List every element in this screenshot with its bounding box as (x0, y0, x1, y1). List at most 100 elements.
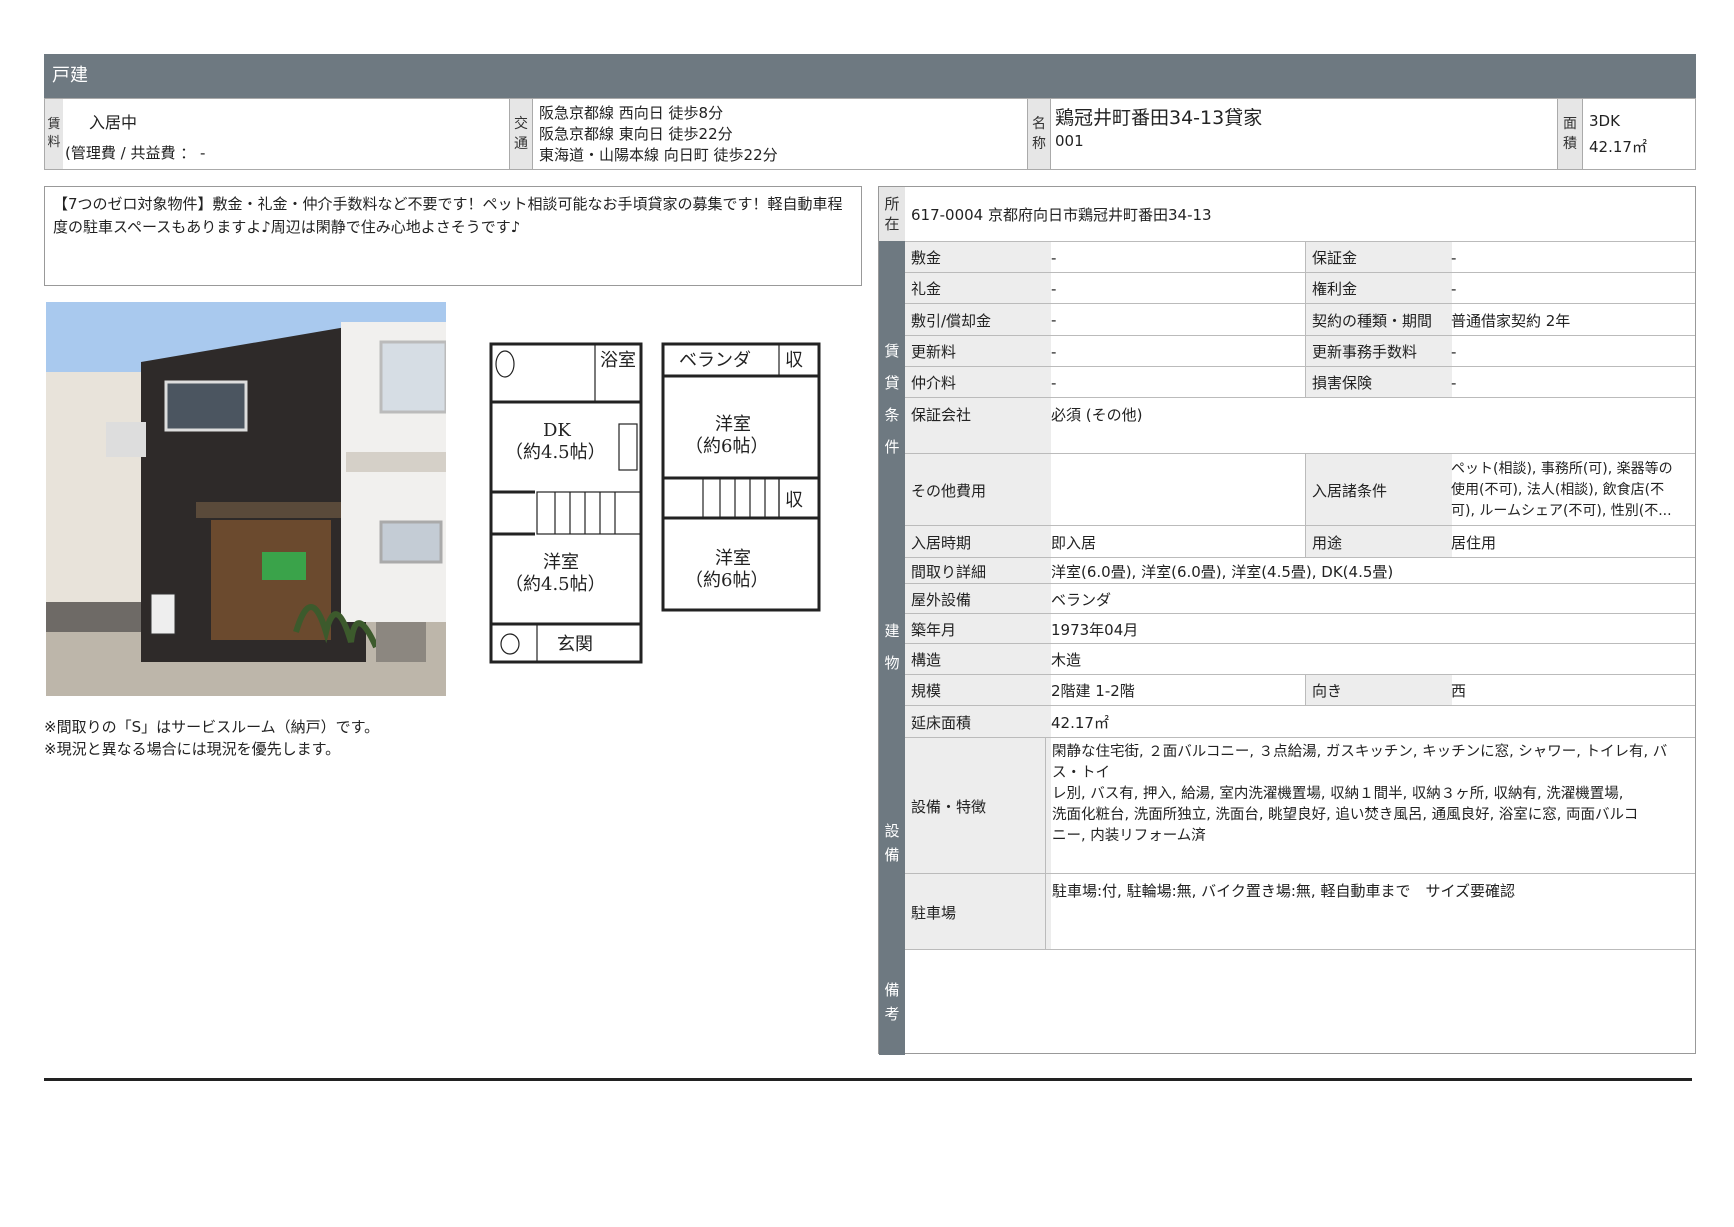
other-fees-label: その他費用 (905, 454, 1051, 526)
lease-row: 礼金 - 権利金 - (905, 272, 1695, 304)
scale-label: 規模 (905, 675, 1051, 706)
brokerage-value: - (1051, 373, 1057, 392)
lease-row: 保証会社 必須 (その他) (905, 397, 1695, 454)
transit-line: 阪急京都線 西向日 徒歩8分 (539, 104, 724, 122)
renewal-fee-value: - (1451, 342, 1457, 361)
outdoor-label: 屋外設備 (905, 584, 1051, 614)
area-label: 面積 (1558, 99, 1582, 169)
description-box: 【7つのゼロ対象物件】敷金・礼金・仲介手数料など不要です！ペット相談可能なお手頃… (44, 186, 862, 286)
property-type: 戸建 (52, 65, 88, 86)
floor-area-value: 42.17㎡ (1051, 713, 1109, 732)
structure-value: 木造 (1051, 651, 1082, 669)
section-equipment: 設備 (879, 737, 905, 949)
contract-value: 普通借家契約 2年 (1451, 311, 1571, 330)
building-row: 屋外設備 ベランダ (905, 583, 1695, 614)
floor-plan-text: 浴室 (600, 350, 636, 371)
usage-value: 居住用 (1451, 533, 1497, 552)
premium-label: 権利金 (1305, 273, 1452, 304)
floor-plan-bath-label: 浴室 (600, 350, 636, 371)
lease-row: 更新料 - 更新事務手数料 - (905, 335, 1695, 367)
deposit-value: - (1051, 248, 1057, 267)
lease-row: 仲介料 - 損害保険 - (905, 366, 1695, 398)
guarantor-value: 必須 (その他) (1051, 406, 1143, 424)
move-in-value: 即入居 (1051, 533, 1097, 552)
equipment-row: 駐車場 駐車場:付, 駐輪場:無, バイク置き場:無, 軽自動車まで サイズ要確… (905, 873, 1695, 950)
features-label: 設備・特徴 (905, 738, 1051, 874)
floor-area-label: 延床面積 (905, 706, 1051, 738)
details-table: 所在 617-0004 京都府向日市鶏冠井町番田34-13 賃貸条件 建物 設備… (878, 186, 1696, 1056)
renewal-label: 更新料 (905, 336, 1051, 367)
conditions-label: 入居諸条件 (1305, 454, 1452, 526)
summary-row: 賃料 入居中 (管理費 / 共益費 ： - 交通 阪急京都線 西向日 徒歩8分 … (44, 98, 1696, 170)
floor-plan-2f: ベランダ 収 収 洋室 （約6帖） 洋室 （約6帖） (661, 342, 821, 612)
guarantee-value: - (1451, 248, 1457, 267)
usage-label: 用途 (1305, 526, 1452, 558)
room-label: 洋室 (543, 552, 579, 573)
room-size: （約4.5帖） (505, 574, 606, 595)
built-date-value: 1973年04月 (1051, 620, 1139, 639)
section-lease: 賃貸条件 (879, 241, 905, 557)
note-line: ※現況と異なる場合には現況を優先します。 (44, 740, 341, 758)
name-label: 名称 (1028, 99, 1050, 169)
remarks-row (905, 949, 1695, 1056)
lease-row: 敷金 - 保証金 - (905, 241, 1695, 273)
floor-plan-1f: 浴室 DK （約4.5帖） 洋室 （約4.5帖） 玄関 (489, 342, 643, 664)
dk-size: （約4.5帖） (505, 442, 606, 463)
lease-row: 入居時期 即入居 用途 居住用 (905, 525, 1695, 558)
room-size: （約6帖） (685, 570, 768, 591)
deduction-label: 敷引/償却金 (905, 304, 1051, 336)
conditions-value: ペット(相談), 事務所(可), 楽器等の 使用(不可), 法人(相談), 飲食店… (1451, 460, 1673, 519)
insurance-value: - (1451, 373, 1457, 392)
premium-value: - (1451, 279, 1457, 298)
address-label: 所在 (879, 187, 905, 241)
room-size: （約6帖） (685, 436, 768, 457)
building-row: 構造 木造 (905, 643, 1695, 675)
deduction-value: - (1051, 311, 1057, 329)
parking-value: 駐車場:付, 駐輪場:無, バイク置き場:無, 軽自動車まで サイズ要確認 (1045, 874, 1695, 950)
section-remarks: 備考 (879, 949, 905, 1055)
note-line: ※間取りの「S」はサービスルーム（納戸）です。 (44, 718, 380, 736)
rent-value: 入居中 (89, 113, 138, 132)
renewal-value: - (1051, 342, 1057, 361)
description-text: 【7つのゼロ対象物件】敷金・礼金・仲介手数料など不要です！ペット相談可能なお手頃… (53, 195, 843, 236)
bottom-divider (44, 1078, 1692, 1081)
storage-label: 収 (785, 490, 803, 511)
outdoor-value: ベランダ (1051, 590, 1112, 609)
room-label: 洋室 (715, 548, 751, 569)
rent-label: 賃料 (45, 99, 63, 169)
move-in-label: 入居時期 (905, 526, 1051, 558)
building-row: 延床面積 42.17㎡ (905, 705, 1695, 738)
property-code: 001 (1055, 132, 1084, 150)
lease-row: 敷引/償却金 - 契約の種類・期間 普通借家契約 2年 (905, 303, 1695, 336)
property-photo (46, 302, 446, 696)
equipment-row: 設備・特徴 閑静な住宅街, ２面バルコニー, ３点給湯, ガスキッチン, キッチ… (905, 737, 1695, 874)
storage-label: 収 (785, 350, 803, 371)
other-fees-value (1045, 454, 1311, 526)
entrance-label: 玄関 (557, 634, 593, 655)
property-name: 鶏冠井町番田34-13貸家 (1055, 107, 1263, 129)
management-fee: (管理費 / 共益費 ： - (65, 144, 206, 162)
built-date-label: 築年月 (905, 614, 1051, 644)
room-label: 洋室 (715, 414, 751, 435)
contract-label: 契約の種類・期間 (1305, 304, 1452, 336)
veranda-label: ベランダ (679, 350, 751, 371)
direction-label: 向き (1305, 675, 1452, 706)
transit-line: 阪急京都線 東向日 徒歩22分 (539, 125, 733, 143)
transit-line: 東海道・山陽本線 向日町 徒歩22分 (539, 146, 778, 164)
guarantee-label: 保証金 (1305, 242, 1452, 273)
guarantor-label: 保証会社 (905, 398, 1051, 454)
insurance-label: 損害保険 (1305, 367, 1452, 398)
scale-value: 2階建 1-2階 (1051, 682, 1135, 700)
lease-row: その他費用 入居諸条件 ペット(相談), 事務所(可), 楽器等の 使用(不可),… (905, 453, 1695, 526)
key-money-label: 礼金 (905, 273, 1051, 304)
deposit-label: 敷金 (905, 242, 1051, 273)
area-value: 42.17㎡ (1589, 138, 1647, 156)
section-building: 建物 (879, 557, 905, 737)
building-row: 規模 2階建 1-2階 向き 西 (905, 674, 1695, 706)
structure-label: 構造 (905, 644, 1051, 675)
property-type-header: 戸建 (44, 54, 1696, 98)
floor-plan: 浴室 DK （約4.5帖） 洋室 （約4.5帖） 玄関 ベランダ 収 収 洋室 … (485, 334, 825, 664)
transit-list: 阪急京都線 西向日 徒歩8分 阪急京都線 東向日 徒歩22分 東海道・山陽本線 … (539, 103, 778, 166)
features-value: 閑静な住宅街, ２面バルコニー, ３点給湯, ガスキッチン, キッチンに窓, シ… (1045, 738, 1695, 874)
building-row: 間取り詳細 洋室(6.0畳), 洋室(6.0畳), 洋室(4.5畳), DK(4… (905, 557, 1695, 584)
